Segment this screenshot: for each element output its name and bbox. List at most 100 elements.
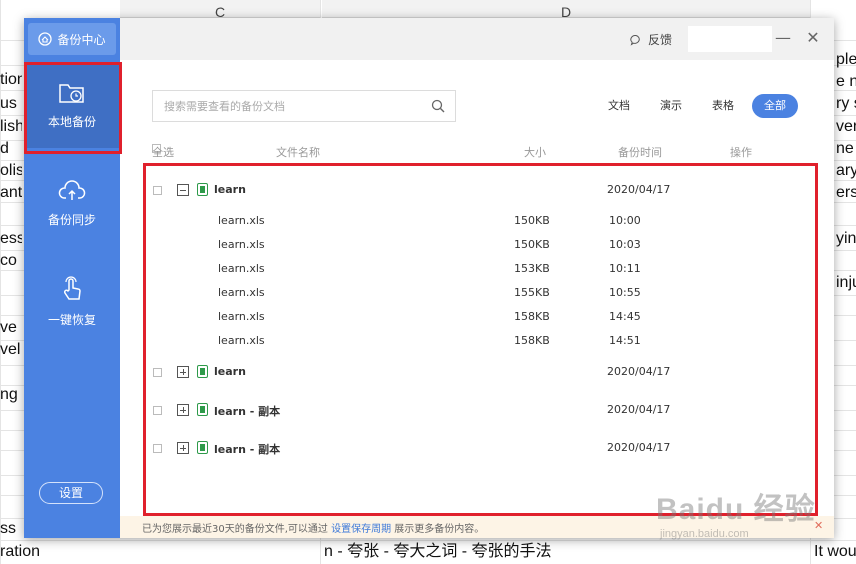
expand-toggle[interactable] — [177, 442, 189, 454]
backup-group-row[interactable]: learn 2020/04/17 — [120, 180, 834, 200]
sheet-cell[interactable]: d — [0, 138, 22, 160]
hint-suffix: 展示更多备份内容。 — [391, 524, 485, 535]
sheet-cell[interactable]: ne — [836, 138, 856, 160]
sheet-cell[interactable]: yin — [836, 228, 856, 250]
nav-label: 备份同步 — [47, 212, 96, 227]
nav-item-one-click-restore[interactable]: 一键恢复 — [24, 258, 120, 344]
title-bar: 反馈 — ✕ — [120, 18, 834, 60]
file-row[interactable]: learn.xls 150KB 10:03 — [120, 236, 834, 254]
file-time: 10:55 — [609, 286, 641, 299]
column-header-c[interactable]: C — [120, 0, 320, 20]
file-name: learn.xls — [218, 286, 265, 299]
file-size: 158KB — [514, 334, 550, 347]
group-name: learn - 副本 — [214, 443, 281, 456]
sheet-cell[interactable]: ss — [0, 518, 22, 540]
file-size: 155KB — [514, 286, 550, 299]
expand-toggle[interactable] — [177, 366, 189, 378]
backup-center-brand[interactable]: 备份中心 — [28, 23, 116, 55]
sheet-cell[interactable]: ver — [836, 116, 856, 138]
file-size: 153KB — [514, 262, 550, 275]
home-shield-icon — [38, 32, 53, 46]
sheet-cell[interactable]: ers — [836, 182, 856, 204]
sheet-cell[interactable]: olish — [0, 160, 22, 182]
nav-label: 本地备份 — [47, 114, 96, 129]
watermark-sub: jingyan.baidu.com — [660, 528, 749, 540]
expand-toggle[interactable] — [177, 404, 189, 416]
file-row[interactable]: learn.xls 155KB 10:55 — [120, 284, 834, 302]
file-row[interactable]: learn.xls 158KB 14:51 — [120, 332, 834, 350]
user-account-area[interactable] — [688, 26, 772, 52]
xls-file-icon — [197, 441, 208, 454]
file-name: learn.xls — [218, 334, 265, 347]
column-header-d[interactable]: D — [322, 0, 810, 20]
sheet-cell[interactable]: us — [0, 93, 22, 115]
feedback-button[interactable]: 反馈 — [630, 31, 672, 48]
sheet-cell[interactable]: vel — [0, 339, 22, 361]
sheet-cell[interactable]: ple — [836, 49, 856, 71]
folder-clock-icon — [59, 83, 84, 103]
file-name: learn.xls — [218, 310, 265, 323]
file-size: 158KB — [514, 310, 550, 323]
xls-file-icon — [197, 365, 208, 378]
set-retention-link[interactable]: 设置保存周期 — [331, 524, 391, 535]
nav-label: 一键恢复 — [47, 312, 96, 327]
xls-file-icon — [197, 403, 208, 416]
minimize-button[interactable]: — — [774, 28, 792, 48]
file-time: 10:03 — [609, 238, 641, 251]
file-time: 14:45 — [609, 310, 641, 323]
nav-item-backup-sync[interactable]: 备份同步 — [24, 160, 120, 246]
file-time: 10:00 — [609, 214, 641, 227]
row-checkbox[interactable] — [153, 406, 162, 415]
file-time: 14:51 — [609, 334, 641, 347]
group-date: 2020/04/17 — [607, 441, 671, 454]
feedback-label: 反馈 — [648, 33, 673, 47]
xls-file-icon — [197, 183, 208, 196]
file-row[interactable]: learn.xls 153KB 10:11 — [120, 260, 834, 278]
row-checkbox[interactable] — [153, 444, 162, 453]
file-size: 150KB — [514, 238, 550, 251]
file-row[interactable]: learn.xls 150KB 10:00 — [120, 212, 834, 230]
sheet-cell[interactable]: co — [0, 250, 22, 272]
sheet-cell[interactable]: tion — [0, 69, 22, 91]
sheet-cell[interactable]: ng — [0, 384, 22, 406]
file-name: learn.xls — [218, 262, 265, 275]
sheet-cell[interactable]: inju — [836, 272, 856, 294]
backup-group-row[interactable]: learn 2020/04/17 — [120, 362, 834, 382]
file-time: 10:11 — [609, 262, 641, 275]
chat-bubble-icon — [630, 34, 640, 46]
sheet-cell[interactable]: lish — [0, 116, 22, 138]
backup-list-panel: 文档 演示 表格 全部 全选 文件名称 大小 备份时间 操作 learn 202… — [120, 60, 834, 538]
sidebar: 备份中心 本地备份 备份同步 一键恢复 设置 — [24, 18, 120, 538]
file-row[interactable]: learn.xls 158KB 14:45 — [120, 308, 834, 326]
backup-rows: learn 2020/04/17 learn.xls 150KB 10:00 l… — [120, 60, 834, 538]
file-name: learn.xls — [218, 214, 265, 227]
file-size: 150KB — [514, 214, 550, 227]
brand-label: 备份中心 — [57, 32, 106, 47]
collapse-toggle[interactable] — [177, 184, 189, 196]
sheet-cell[interactable]: ary — [836, 160, 856, 182]
backup-group-row[interactable]: learn - 副本 2020/04/17 — [120, 400, 834, 420]
sheet-cell[interactable]: e na — [836, 71, 856, 93]
file-name: learn.xls — [218, 238, 265, 251]
close-button[interactable]: ✕ — [804, 28, 822, 48]
sheet-cell[interactable]: ess — [0, 228, 22, 250]
group-date: 2020/04/17 — [607, 365, 671, 378]
group-name: learn - 副本 — [214, 405, 281, 418]
row-checkbox[interactable] — [153, 368, 162, 377]
row-checkbox[interactable] — [153, 186, 162, 195]
backup-group-row[interactable]: learn - 副本 2020/04/17 — [120, 438, 834, 458]
group-date: 2020/04/17 — [607, 183, 671, 196]
cloud-upload-icon — [58, 179, 86, 200]
sheet-cell[interactable]: ant — [0, 182, 22, 204]
sheet-cell[interactable]: ry s — [836, 93, 856, 115]
baidu-jingyan-watermark: Baidu 经验 jingyan.baidu.com — [656, 484, 856, 560]
sheet-cell[interactable]: ve — [0, 317, 22, 339]
sheet-cell[interactable]: ration — [0, 541, 120, 563]
hint-text: 已为您展示最近30天的备份文件,可以通过 设置保存周期 展示更多备份内容。 — [142, 520, 484, 535]
group-name: learn — [214, 365, 246, 378]
hint-prefix: 已为您展示最近30天的备份文件,可以通过 — [142, 524, 332, 535]
nav-item-local-backup[interactable]: 本地备份 — [24, 62, 120, 148]
group-name: learn — [214, 183, 246, 196]
group-date: 2020/04/17 — [607, 403, 671, 416]
settings-button[interactable]: 设置 — [39, 482, 103, 504]
